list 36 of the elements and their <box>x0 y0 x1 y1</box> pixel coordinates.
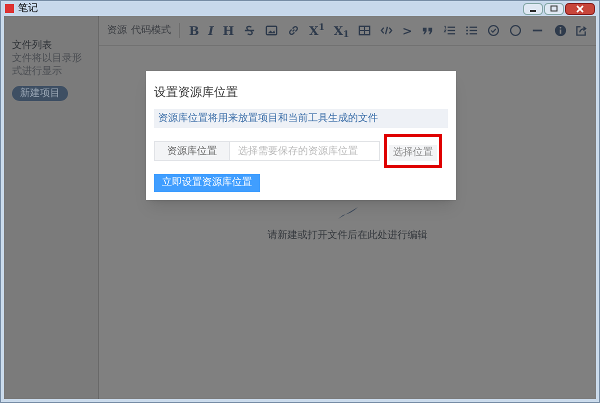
maximize-button[interactable] <box>544 2 564 14</box>
format-tool[interactable]: X$^{1}$ <box>309 24 325 36</box>
field-label: 资源库位置 <box>154 141 230 161</box>
empty-editor-hint: 请新建或打开文件后在此处进行编辑 <box>268 228 428 243</box>
image-icon[interactable] <box>265 24 278 37</box>
strikethrough-icon[interactable] <box>243 24 256 37</box>
mode-tab[interactable]: 代码模式 <box>131 23 171 38</box>
feather-icon <box>336 206 358 220</box>
info-icon[interactable] <box>554 24 567 37</box>
format-tool[interactable]: > <box>402 24 412 36</box>
format-tool[interactable]: I <box>208 24 214 36</box>
circle-icon[interactable] <box>509 24 522 37</box>
code-icon[interactable] <box>380 24 394 37</box>
minimize-button[interactable] <box>523 2 543 14</box>
app-icon <box>5 4 14 13</box>
format-tool[interactable]: X$_{1}$ <box>334 24 350 36</box>
choose-location-button[interactable]: 选择位置 <box>389 144 437 160</box>
sidebar-title: 文件列表 <box>12 38 53 52</box>
maximize-icon <box>550 5 558 12</box>
share-icon[interactable] <box>575 24 588 37</box>
set-location-button[interactable]: 立即设置资源库位置 <box>154 174 260 192</box>
link-icon[interactable] <box>287 24 300 37</box>
new-project-button[interactable]: 新建项目 <box>12 86 68 101</box>
info-bar: 资源库位置将用来放置项目和当前工具生成的文件 <box>154 109 448 128</box>
numbered-list-icon[interactable] <box>443 24 456 37</box>
format-tool[interactable]: B <box>189 24 200 36</box>
checkmark-circle-icon[interactable] <box>487 24 500 37</box>
mode-tab[interactable]: 资源 <box>107 23 127 38</box>
close-icon <box>576 4 584 12</box>
format-tool[interactable]: H <box>222 24 234 36</box>
table-icon[interactable] <box>358 24 372 37</box>
close-button[interactable] <box>565 2 595 14</box>
bullet-list-icon[interactable] <box>465 24 478 37</box>
window-title: 笔记 <box>18 4 38 14</box>
location-input-field[interactable]: 选择需要保存的资源库位置 <box>230 141 380 161</box>
dialog-title: 设置资源库位置 <box>154 84 239 101</box>
